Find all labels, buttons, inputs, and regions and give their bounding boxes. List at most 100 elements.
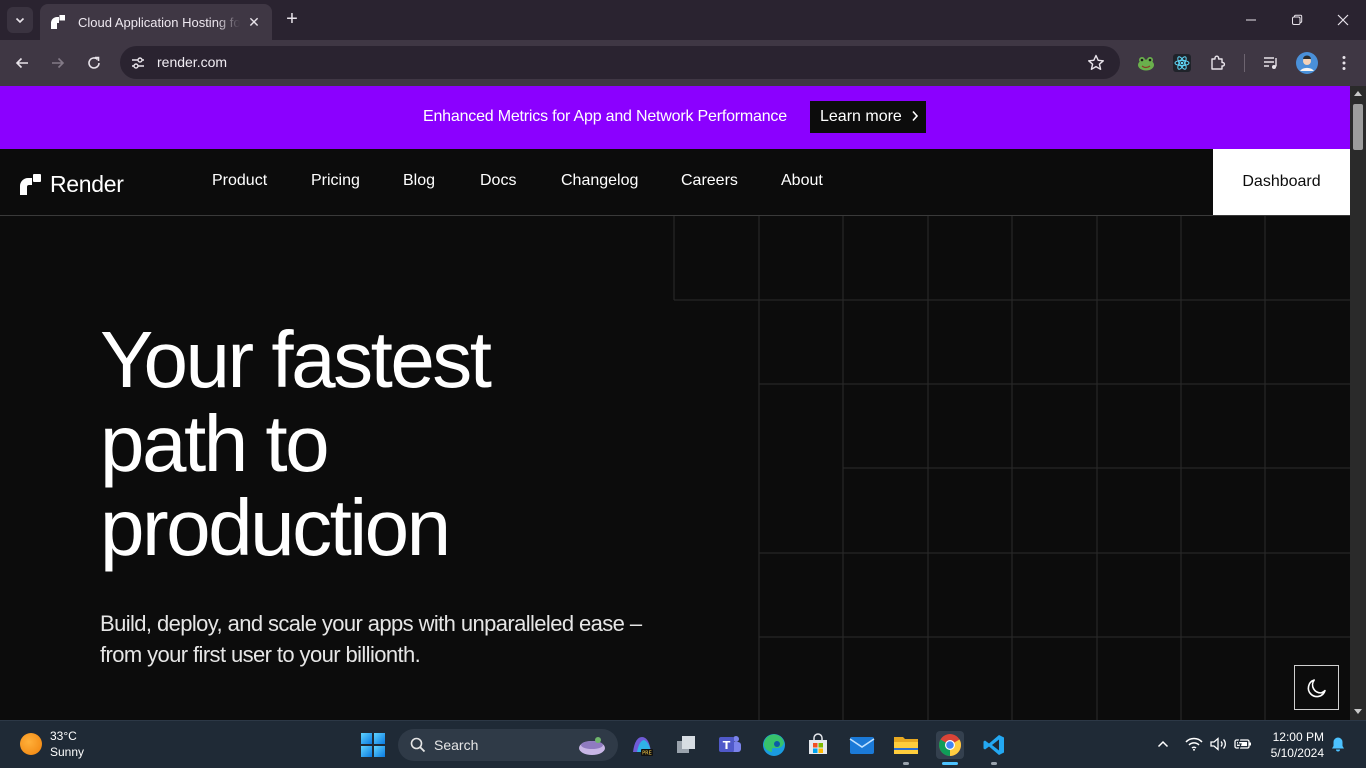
scroll-down-icon[interactable] <box>1354 709 1362 714</box>
arrow-left-icon <box>15 57 28 69</box>
reload-button[interactable] <box>80 49 108 77</box>
copilot-icon[interactable]: PRE <box>628 731 656 759</box>
taskbar-search[interactable]: Search <box>398 729 618 761</box>
store-icon[interactable] <box>804 731 832 759</box>
nav-link-pricing[interactable]: Pricing <box>311 172 360 190</box>
weather-widget[interactable]: 33°C Sunny <box>20 728 84 760</box>
volume-glyph <box>1210 737 1226 751</box>
star-icon[interactable] <box>1086 53 1106 73</box>
search-highlight-icon <box>579 737 605 755</box>
render-logo[interactable]: Render <box>20 171 124 197</box>
restore-button[interactable] <box>1282 6 1312 34</box>
scroll-up-icon[interactable] <box>1354 91 1362 96</box>
mail-icon[interactable] <box>848 731 876 759</box>
browser-menu-button[interactable] <box>1333 52 1355 74</box>
toolbar-separator <box>1244 54 1245 72</box>
vscode-icon[interactable] <box>980 731 1008 765</box>
hero-heading-line-3: production <box>100 483 451 572</box>
avatar-glyph <box>1296 52 1318 74</box>
wifi-glyph <box>1185 737 1203 751</box>
copilot-glyph: PRE <box>633 737 653 757</box>
windows-taskbar: 33°C Sunny Search PRE T 12:00 PM 5/10/20… <box>0 720 1366 768</box>
hero-heading-line-2: path to <box>100 399 330 488</box>
moon-icon <box>1307 678 1326 697</box>
kebab-menu-icon <box>1342 56 1346 70</box>
svg-text:PRE: PRE <box>642 751 652 757</box>
plus-icon: + <box>286 8 298 30</box>
nav-link-docs[interactable]: Docs <box>480 172 516 190</box>
mail-glyph <box>849 737 875 754</box>
scrollbar-thumb[interactable] <box>1353 104 1363 150</box>
nav-link-about[interactable]: About <box>781 172 823 190</box>
show-hidden-icons-button[interactable] <box>1154 735 1172 753</box>
tab-close-icon[interactable]: ✕ <box>246 14 262 30</box>
nav-link-changelog[interactable]: Changelog <box>561 172 638 190</box>
browser-toolbar: render.com <box>0 40 1366 86</box>
forward-button[interactable] <box>44 49 72 77</box>
browser-tab[interactable]: Cloud Application Hosting for Developers… <box>40 4 272 40</box>
react-devtools-icon[interactable] <box>1171 52 1193 74</box>
battery-glyph <box>1234 738 1251 750</box>
windows-logo-tile <box>361 733 372 744</box>
chevron-right-icon <box>911 109 919 125</box>
hero-subtitle-line-1: Build, deploy, and scale your apps with … <box>100 611 642 636</box>
weather-condition: Sunny <box>50 745 85 759</box>
teams-glyph: T <box>719 736 741 752</box>
address-bar[interactable]: render.com <box>120 46 1120 79</box>
folder-glyph <box>894 737 918 754</box>
url-text[interactable]: render.com <box>157 54 227 70</box>
profile-avatar[interactable] <box>1296 52 1318 74</box>
new-tab-button[interactable]: + <box>280 8 304 32</box>
frog-extension-icon[interactable] <box>1135 52 1157 74</box>
bell-icon <box>1332 737 1344 752</box>
active-indicator <box>942 762 958 765</box>
tab-search-button[interactable] <box>7 7 33 33</box>
start-button[interactable] <box>361 733 385 757</box>
search-icon <box>410 737 426 753</box>
edge-icon[interactable] <box>760 731 788 759</box>
render-logo-icon <box>20 173 41 195</box>
nav-link-product[interactable]: Product <box>212 172 267 190</box>
hero-heading: Your fastest path to production <box>100 318 492 572</box>
close-window-button[interactable] <box>1328 6 1358 34</box>
volume-icon[interactable] <box>1210 735 1228 753</box>
banner-text: Enhanced Metrics for App and Network Per… <box>423 108 787 125</box>
site-info-button[interactable] <box>126 51 150 75</box>
react-glyph <box>1173 54 1191 72</box>
puzzle-glyph <box>1211 55 1226 70</box>
running-indicator <box>991 762 997 765</box>
wifi-icon[interactable] <box>1185 735 1203 753</box>
theme-toggle-button[interactable] <box>1294 665 1339 710</box>
render-logo-icon <box>51 15 65 29</box>
minimize-button[interactable] <box>1236 6 1266 34</box>
task-view-icon[interactable] <box>672 731 700 759</box>
learn-more-button[interactable]: Learn more <box>810 101 926 133</box>
chrome-icon[interactable] <box>936 731 964 765</box>
hero-subtitle: Build, deploy, and scale your apps with … <box>100 608 720 670</box>
learn-more-label: Learn more <box>820 108 902 125</box>
store-glyph <box>809 733 827 754</box>
nav-link-blog[interactable]: Blog <box>403 172 435 190</box>
svg-text:T: T <box>723 739 731 752</box>
file-explorer-icon[interactable] <box>892 731 920 765</box>
browser-tab-bar: Cloud Application Hosting for Developers… <box>0 0 1366 40</box>
arrow-right-icon <box>52 57 65 69</box>
notification-button[interactable] <box>1329 735 1347 753</box>
hero-subtitle-line-2: from your first user to your billionth. <box>100 642 421 667</box>
dashboard-button[interactable]: Dashboard <box>1213 149 1350 215</box>
page-scrollbar[interactable] <box>1350 86 1366 720</box>
teams-icon[interactable]: T <box>716 731 744 759</box>
battery-icon[interactable] <box>1234 735 1252 753</box>
nav-link-careers[interactable]: Careers <box>681 172 738 190</box>
logo-text: Render <box>50 170 124 197</box>
windows-logo-tile <box>361 746 372 757</box>
windows-logo-tile <box>374 733 385 744</box>
windows-logo-tile <box>374 746 385 757</box>
system-clock[interactable]: 12:00 PM 5/10/2024 <box>1264 729 1324 761</box>
back-button[interactable] <box>8 49 36 77</box>
weather-temperature: 33°C <box>50 729 77 743</box>
media-controls-icon[interactable] <box>1260 52 1282 74</box>
chevron-up-icon <box>1157 740 1169 748</box>
puzzle-extensions-icon[interactable] <box>1207 52 1229 74</box>
announcement-banner: Enhanced Metrics for App and Network Per… <box>0 86 1350 149</box>
